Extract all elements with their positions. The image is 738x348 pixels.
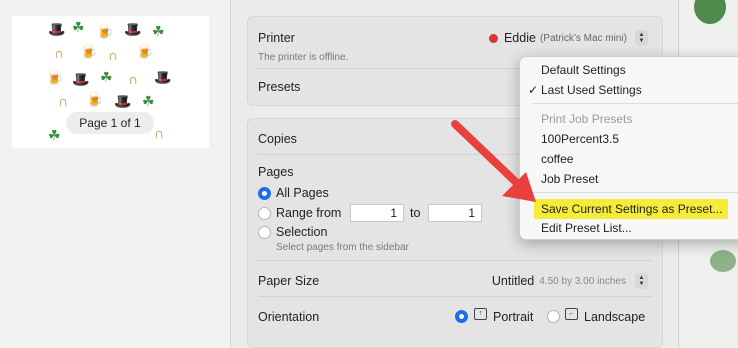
portrait-radio[interactable] <box>455 310 468 323</box>
printer-label: Printer <box>258 31 295 45</box>
menu-item-preset[interactable]: 100Percent3.5 <box>541 132 619 146</box>
menu-item-preset[interactable]: coffee <box>541 152 573 166</box>
menu-item-default-settings[interactable]: Default Settings <box>541 63 626 77</box>
orientation-label: Orientation <box>258 310 320 324</box>
menu-item-last-used-settings[interactable]: Last Used Settings <box>541 83 642 97</box>
pages-label: Pages <box>258 165 294 179</box>
selection-hint: Select pages from the sidebar <box>276 242 409 253</box>
menu-separator <box>532 103 738 104</box>
printer-status: The printer is offline. <box>258 52 349 63</box>
menu-section-header: Print Job Presets <box>541 112 633 126</box>
printer-icon <box>488 33 498 43</box>
divider <box>258 296 652 297</box>
printer-host: (Patrick’s Mac mini) <box>539 32 627 44</box>
range-from-label: Range from <box>276 206 342 220</box>
paper-size-label: Paper Size <box>258 274 320 288</box>
all-pages-radio[interactable] <box>258 187 271 200</box>
page-thumbnail[interactable]: 🎩 ☘ 🍺 🎩 ☘ ∩ 🍺 ∩ 🍺 🍺 🎩 ☘ ∩ 🎩 ∩ 🍺 🎩 ☘ ☘ ∩ Page 1 of… <box>12 16 209 148</box>
chevron-updown-icon: ▲ ▼ <box>635 30 648 46</box>
all-pages-label: All Pages <box>276 186 329 200</box>
range-to-label: to <box>410 206 421 220</box>
preview-sidebar: 🎩 ☘ 🍺 🎩 ☘ ∩ 🍺 ∩ 🍺 🍺 🎩 ☘ ∩ 🎩 ∩ 🍺 🎩 ☘ ☘ ∩ Page 1 of… <box>0 0 230 348</box>
paper-size-dimensions: 4.50 by 3.00 inches <box>539 275 626 287</box>
paper-size-popup[interactable]: Untitled 4.50 by 3.00 inches ▲ ▼ <box>492 273 648 289</box>
menu-item-save-current-as-preset[interactable]: Save Current Settings as Preset... <box>541 202 722 216</box>
landscape-label: Landscape <box>584 310 646 324</box>
presets-label: Presets <box>258 80 301 94</box>
portrait-icon: ↑ <box>474 308 487 320</box>
copies-label: Copies <box>258 132 297 146</box>
landscape-radio[interactable] <box>547 310 560 323</box>
landscape-icon: ← <box>565 308 578 320</box>
menu-item-preset[interactable]: Job Preset <box>541 172 598 186</box>
presets-menu[interactable]: Default Settings ✓ Last Used Settings Pr… <box>519 56 738 240</box>
selection-label: Selection <box>276 225 328 239</box>
divider <box>258 260 652 261</box>
selection-radio[interactable] <box>258 226 271 239</box>
range-end-field[interactable]: 1 <box>428 204 482 222</box>
page-indicator: Page 1 of 1 <box>66 112 154 134</box>
paper-size-value: Untitled <box>491 274 535 288</box>
background-art <box>710 250 736 272</box>
menu-item-edit-preset-list[interactable]: Edit Preset List... <box>541 221 632 235</box>
menu-separator <box>532 192 738 193</box>
background-art <box>694 0 726 24</box>
portrait-label: Portrait <box>493 310 534 324</box>
printer-name: Eddie <box>503 31 536 45</box>
printer-popup[interactable]: Eddie (Patrick’s Mac mini) ▲ ▼ <box>488 30 648 46</box>
checkmark-icon: ✓ <box>528 83 539 97</box>
chevron-updown-icon: ▲ ▼ <box>635 273 648 289</box>
range-start-field[interactable]: 1 <box>350 204 404 222</box>
range-radio[interactable] <box>258 207 271 220</box>
